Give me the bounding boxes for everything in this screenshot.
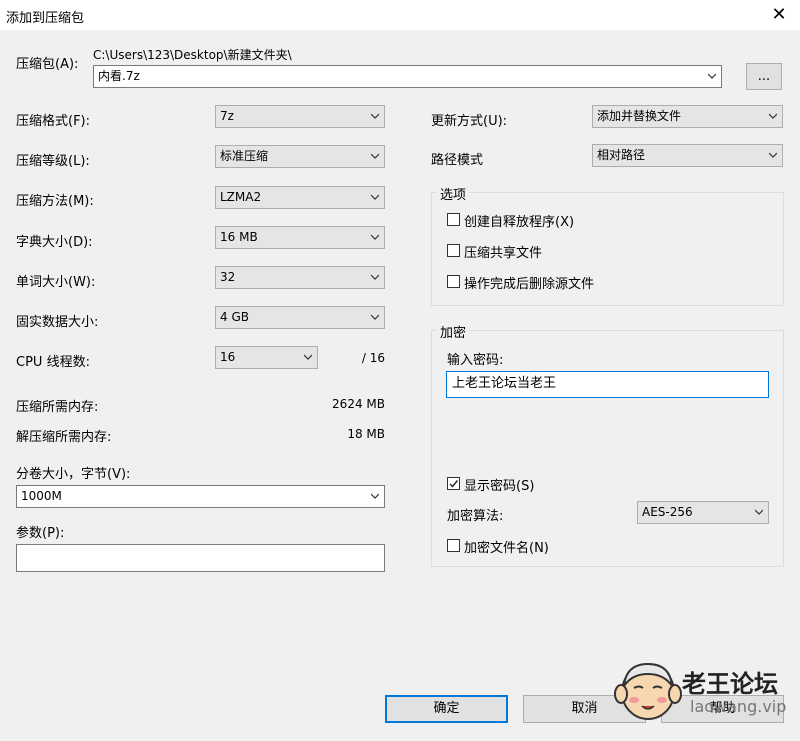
volume-label: 分卷大小，字节(V): [16, 467, 131, 482]
method-value: LZMA2 [220, 190, 262, 204]
close-button[interactable]: ✕ [764, 2, 794, 28]
params-input[interactable] [16, 544, 385, 572]
delete-source-label: 操作完成后删除源文件 [464, 277, 595, 292]
params-label: 参数(P): [16, 526, 65, 541]
update-label: 更新方式(U): [431, 114, 508, 129]
encryption-method-label: 加密算法: [447, 509, 504, 524]
cpu-label: CPU 线程数: [16, 355, 90, 370]
path-mode-select[interactable]: 相对路径 [592, 144, 783, 167]
title-bar [0, 0, 800, 30]
encrypt-names-label: 加密文件名(N) [464, 541, 549, 556]
chevron-down-icon [769, 113, 777, 119]
ok-button[interactable]: 确定 [385, 695, 508, 723]
word-label: 单词大小(W): [16, 275, 96, 290]
chevron-down-icon [769, 152, 777, 158]
watermark-url: laowang.vip [690, 697, 787, 716]
word-value: 32 [220, 270, 236, 284]
volume-combo[interactable]: 1000M [16, 485, 385, 508]
watermark-avatar [612, 656, 684, 722]
close-icon: ✕ [771, 4, 787, 25]
mem-compress-label: 压缩所需内存: [16, 400, 99, 415]
dict-select[interactable]: 16 MB [215, 226, 385, 249]
chevron-down-icon [371, 113, 379, 119]
chevron-down-icon [304, 354, 312, 360]
format-label: 压缩格式(F): [16, 114, 91, 129]
browse-button[interactable]: ... [746, 63, 782, 90]
watermark-name: 老王论坛 [682, 670, 778, 698]
encrypt-names-checkbox[interactable] [447, 539, 460, 552]
dict-label: 字典大小(D): [16, 235, 93, 250]
show-password-label: 显示密码(S) [464, 479, 535, 494]
show-password-checkbox[interactable] [447, 477, 460, 490]
encryption-group-title: 加密 [437, 322, 470, 341]
path-mode-label: 路径模式 [431, 153, 484, 168]
password-label: 输入密码: [447, 353, 504, 368]
solid-select[interactable]: 4 GB [215, 306, 385, 329]
password-input[interactable]: 上老王论坛当老王 [446, 371, 769, 398]
chevron-down-icon [371, 153, 379, 159]
cpu-value: 16 [220, 350, 236, 364]
options-group-title: 选项 [437, 184, 470, 203]
format-select[interactable]: 7z [215, 105, 385, 128]
checkmark-icon [449, 480, 459, 488]
old-man-face-icon [614, 662, 682, 720]
method-label: 压缩方法(M): [16, 194, 94, 209]
encryption-method-select[interactable]: AES-256 [637, 501, 769, 524]
level-select[interactable]: 标准压缩 [215, 145, 385, 168]
chevron-down-icon [371, 493, 379, 499]
level-label: 压缩等级(L): [16, 154, 90, 169]
level-value: 标准压缩 [220, 149, 269, 163]
chevron-down-icon [708, 73, 716, 79]
chevron-down-icon [371, 274, 379, 280]
solid-value: 4 GB [220, 310, 249, 324]
word-select[interactable]: 32 [215, 266, 385, 289]
mem-compress-value: 2624 MB [332, 397, 385, 411]
shared-checkbox[interactable] [447, 244, 460, 257]
shared-label: 压缩共享文件 [464, 246, 543, 261]
update-value: 添加并替换文件 [597, 109, 682, 123]
format-value: 7z [220, 109, 234, 123]
mem-decompress-value: 18 MB [347, 427, 385, 441]
chevron-down-icon [371, 314, 379, 320]
chevron-down-icon [371, 194, 379, 200]
chevron-down-icon [371, 234, 379, 240]
archive-name-value: 内看.7z [98, 69, 140, 83]
method-select[interactable]: LZMA2 [215, 186, 385, 209]
archive-name-combo[interactable]: 内看.7z [93, 65, 722, 88]
encryption-method-value: AES-256 [642, 505, 693, 519]
cpu-total: / 16 [361, 351, 385, 365]
dict-value: 16 MB [220, 230, 258, 244]
solid-label: 固实数据大小: [16, 315, 99, 330]
delete-source-checkbox[interactable] [447, 275, 460, 288]
mem-decompress-label: 解压缩所需内存: [16, 430, 112, 445]
sfx-checkbox[interactable] [447, 213, 460, 226]
archive-label: 压缩包(A): [16, 57, 79, 72]
cpu-select[interactable]: 16 [215, 346, 318, 369]
update-select[interactable]: 添加并替换文件 [592, 105, 783, 128]
path-mode-value: 相对路径 [597, 148, 646, 162]
sfx-label: 创建自释放程序(X) [464, 215, 575, 230]
volume-value: 1000M [21, 489, 62, 503]
chevron-down-icon [755, 509, 763, 515]
window-title: 添加到压缩包 [6, 11, 85, 26]
archive-path: C:\Users\123\Desktop\新建文件夹\ [93, 48, 292, 62]
